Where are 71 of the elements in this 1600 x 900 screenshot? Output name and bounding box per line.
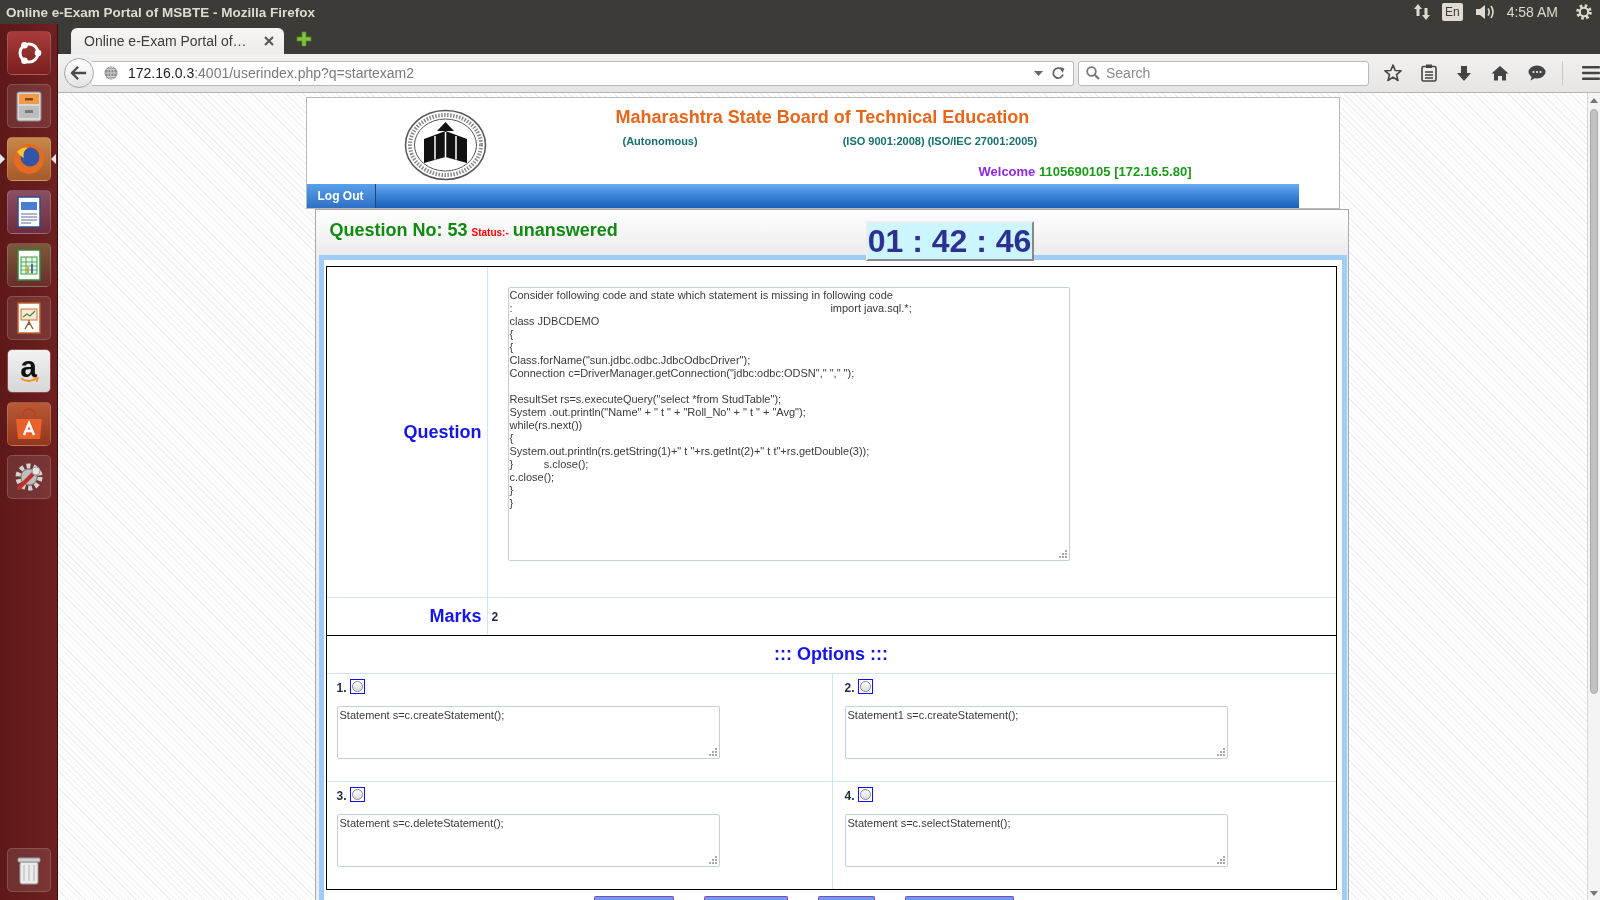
menu-icon[interactable] — [1582, 66, 1600, 80]
radio-button[interactable] — [349, 679, 365, 694]
options-heading: ::: Options ::: — [774, 644, 888, 665]
launcher-button[interactable] — [6, 84, 51, 128]
close-icon[interactable] — [264, 36, 274, 46]
launcher-button[interactable] — [6, 296, 51, 340]
search-field[interactable]: Search — [1078, 60, 1369, 86]
option-number: 1. — [336, 682, 347, 694]
resize-grip-icon[interactable] — [708, 856, 717, 864]
launcher-button[interactable] — [6, 31, 51, 75]
launcher-button[interactable] — [6, 848, 51, 892]
clipboard-list-icon[interactable] — [1421, 64, 1437, 82]
launcher-button[interactable] — [6, 402, 51, 446]
status-value: unanswered — [512, 220, 618, 241]
resize-grip-icon[interactable] — [708, 748, 717, 756]
option-textarea[interactable]: Statement s=c.deleteStatement(); — [336, 814, 720, 867]
browser-globe-icon — [11, 142, 46, 176]
marks-value: 2 — [491, 609, 499, 624]
plus-icon[interactable] — [296, 31, 312, 47]
reload-icon[interactable] — [1051, 66, 1065, 80]
gear-icon[interactable] — [1576, 4, 1592, 20]
launcher-button[interactable] — [6, 190, 51, 234]
clock[interactable]: 4:58 AM — [1506, 4, 1558, 20]
resize-grip-icon[interactable] — [1216, 856, 1225, 864]
chat-bubble-icon[interactable] — [1528, 65, 1546, 81]
caret-icon[interactable] — [1034, 70, 1043, 76]
launcher-button[interactable] — [6, 137, 51, 181]
option-number: 4. — [844, 790, 855, 802]
home-icon[interactable] — [1491, 65, 1509, 81]
smile-arrow-icon — [19, 377, 39, 384]
scroll-down-arrow-icon[interactable] — [1590, 891, 1598, 896]
option-number: 2. — [844, 682, 855, 694]
question-textarea[interactable]: Consider following code and state which statement is missing in following code : import java.sql.*; class JDBCDEMO { { Class.forName("sun.jdbc.odbc.JdbcOdbcDriver"); Connection c=DriverManager.getConnection("jdbc:odbc:ODSN"," "," "); ResultSet rs=s.executeQuery("select *from StudTable"); System .out.println("Name" + " t " + "Roll_No" + " t " + "Avg"); while(rs.next()) { System.out.println(rs.getString(1)+" t "+rs.getInt(2)+" t t"+rs.getDouble(3)); } s.close(); c.close(); } } — [507, 287, 1070, 561]
countdown-timer: 01 : 42 : 46 — [865, 221, 1034, 261]
option-number: 3. — [336, 790, 347, 802]
back-button[interactable] — [64, 58, 94, 88]
option-textarea[interactable]: Statement s=c.selectStatement(); — [844, 814, 1228, 867]
cut-off-button[interactable] — [817, 896, 875, 900]
launcher-button[interactable] — [6, 243, 51, 287]
back-arrow-icon — [70, 65, 88, 81]
window-title: Online e-Exam Portal of MSBTE - Mozilla Firefox — [6, 4, 316, 20]
search-icon — [1086, 66, 1100, 80]
question-label: Question — [403, 421, 482, 443]
status-label: Status:- — [471, 227, 509, 238]
download-arrow-icon[interactable] — [1456, 64, 1472, 82]
resize-grip-icon[interactable] — [1058, 550, 1067, 558]
logout-button[interactable]: Log Out — [306, 184, 376, 208]
question-number: Question No: 53 — [329, 220, 468, 241]
scrollbar-thumb[interactable] — [1590, 109, 1598, 694]
launcher-button[interactable] — [6, 455, 51, 499]
marks-label: Marks — [429, 606, 482, 627]
option-textarea[interactable]: Statement1 s=c.createStatement(); — [844, 706, 1228, 759]
option-textarea[interactable]: Statement s=c.createStatement(); — [336, 706, 720, 759]
scroll-up-arrow-icon[interactable] — [1590, 98, 1598, 103]
welcome-text: Welcome 1105690105 [172.16.5.80] — [978, 164, 1192, 179]
site-title: Maharashtra State Board of Technical Education — [615, 106, 1030, 128]
launcher-button[interactable]: a — [6, 349, 51, 393]
scrollbar[interactable] — [1587, 93, 1600, 900]
network-arrows-icon[interactable] — [1413, 3, 1430, 21]
certification-text: (ISO 9001:2008) (ISO/IEC 27001:2005) — [842, 134, 1038, 148]
bookmark-star-icon[interactable] — [1384, 64, 1402, 82]
address-field[interactable]: 172.16.0.3:4001/userindex.php?q=startexam2 — [92, 60, 1074, 86]
globe-icon — [104, 66, 118, 80]
radio-button[interactable] — [349, 787, 365, 802]
browser-tab[interactable]: Online e-Exam Portal of… — [71, 28, 284, 54]
resize-grip-icon[interactable] — [1216, 748, 1225, 756]
volume-icon[interactable] — [1474, 4, 1495, 20]
radio-button[interactable] — [857, 679, 873, 694]
keyboard-layout-indicator[interactable]: En — [1441, 3, 1463, 21]
radio-button[interactable] — [857, 787, 873, 802]
status-note: (Autonomous) — [622, 134, 698, 148]
